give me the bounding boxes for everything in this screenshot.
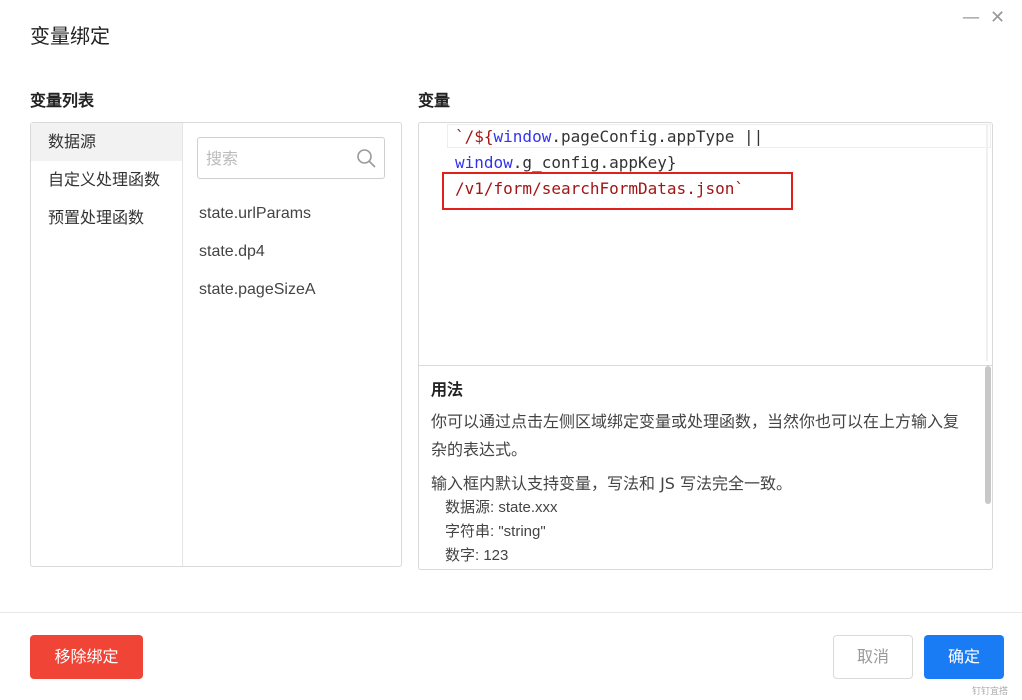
cancel-button[interactable]: 取消: [833, 635, 913, 679]
usage-example: 数据源: state.xxx: [445, 499, 558, 516]
usage-example: 字符串: "string": [445, 523, 546, 540]
code-token: window: [455, 153, 513, 172]
code-line-1: `/${window.pageConfig.appType ||: [455, 124, 763, 150]
category-item-datasource[interactable]: 数据源: [31, 123, 182, 161]
editor-scrollbar[interactable]: [986, 125, 988, 361]
code-token: `/${: [455, 127, 494, 146]
search-input[interactable]: [198, 138, 348, 178]
usage-example: 数字: 123: [445, 547, 509, 564]
footer-divider: [0, 612, 1022, 613]
confirm-button[interactable]: 确定: [924, 635, 1004, 679]
expression-editor-panel: `/${window.pageConfig.appType || window.…: [418, 122, 993, 570]
watermark: 钉钉宜搭: [972, 687, 1009, 697]
remove-binding-button[interactable]: 移除绑定: [30, 635, 143, 679]
code-token: .pageConfig.appType ||: [551, 127, 764, 146]
category-item-preset-functions[interactable]: 预置处理函数: [31, 199, 182, 237]
usage-description: 你可以通过点击左侧区域绑定变量或处理函数，当然你也可以在上方输入复杂的表达式。: [431, 412, 960, 459]
search-box: [197, 137, 385, 179]
variable-label: 变量: [418, 91, 451, 110]
category-column: 数据源 自定义处理函数 预置处理函数: [31, 123, 183, 566]
variable-item[interactable]: state.urlParams: [199, 195, 316, 233]
code-editor[interactable]: `/${window.pageConfig.appType || window.…: [419, 123, 992, 365]
variable-list-label: 变量列表: [30, 91, 95, 110]
variable-item[interactable]: state.dp4: [199, 233, 316, 271]
variable-list: state.urlParams state.dp4 state.pageSize…: [199, 195, 316, 309]
variable-item[interactable]: state.pageSizeA: [199, 271, 316, 309]
close-icon[interactable]: ✕: [990, 8, 1005, 28]
highlight-annotation-box: [442, 172, 793, 210]
code-token: .g_config.appKey}: [512, 153, 677, 172]
search-icon[interactable]: [356, 148, 376, 168]
usage-section: 用法 你可以通过点击左侧区域绑定变量或处理函数，当然你也可以在上方输入复杂的表达…: [419, 365, 992, 569]
usage-description-2: 输入框内默认支持变量，写法和 JS 写法完全一致。: [431, 474, 793, 493]
usage-title: 用法: [431, 380, 464, 399]
variable-column: state.urlParams state.dp4 state.pageSize…: [183, 123, 401, 566]
code-token: window: [493, 127, 552, 146]
minimize-icon[interactable]: —: [962, 8, 980, 28]
dialog-title: 变量绑定: [30, 24, 110, 48]
category-item-custom-functions[interactable]: 自定义处理函数: [31, 161, 182, 199]
usage-scrollbar[interactable]: [985, 366, 991, 504]
variable-list-panel: 数据源 自定义处理函数 预置处理函数 state.urlParams state…: [30, 122, 402, 567]
